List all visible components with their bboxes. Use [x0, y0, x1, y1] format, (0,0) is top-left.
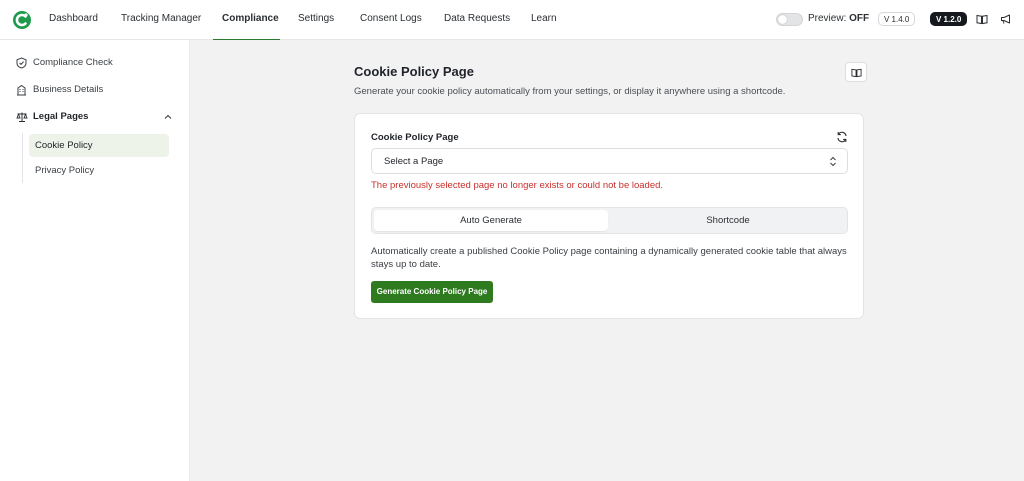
scale-icon [16, 112, 28, 122]
sidebar-subitem-cookie-policy[interactable]: Cookie Policy [29, 134, 169, 157]
version-badge-plugin: V 1.4.0 [878, 12, 916, 26]
documentation-button[interactable] [845, 62, 867, 82]
preview-status: Preview: OFF [808, 0, 869, 38]
book-icon [851, 68, 862, 78]
preview-state: OFF [849, 13, 870, 24]
sidebar-subitem-privacy-policy[interactable]: Privacy Policy [29, 159, 169, 182]
page-select-value: Select a Page [384, 156, 444, 167]
auto-generate-description: Automatically create a published Cookie … [371, 246, 847, 270]
refresh-icon[interactable] [836, 131, 848, 143]
shield-icon [16, 57, 27, 69]
error-message: The previously selected page no longer e… [371, 180, 664, 191]
chevron-up-icon[interactable] [163, 112, 173, 122]
nav-compliance[interactable]: Compliance [213, 0, 280, 40]
page-title: Cookie Policy Page [354, 64, 474, 79]
nav-data-requests[interactable]: Data Requests [444, 0, 510, 40]
tab-shortcode[interactable]: Shortcode [611, 210, 845, 231]
book-icon[interactable] [976, 13, 988, 25]
submenu-divider [22, 133, 23, 183]
sidebar-item-label: Legal Pages [33, 111, 89, 122]
preview-toggle[interactable] [776, 13, 803, 26]
cookie-policy-card: Cookie Policy Page Select a Page The pre… [354, 113, 864, 319]
building-icon [17, 84, 26, 96]
nav-tracking-manager[interactable]: Tracking Manager [121, 0, 201, 40]
toggle-knob [778, 15, 787, 24]
logo-icon[interactable] [12, 10, 32, 30]
nav-dashboard[interactable]: Dashboard [49, 0, 98, 40]
sidebar-item-label: Business Details [33, 84, 104, 95]
generate-cookie-policy-button[interactable]: Generate Cookie Policy Page [371, 281, 493, 303]
megaphone-icon[interactable] [1000, 13, 1012, 25]
sidebar: Compliance Check Business Details Legal … [0, 40, 190, 481]
nav-consent-logs[interactable]: Consent Logs [360, 0, 422, 40]
page-description: Generate your cookie policy automaticall… [354, 86, 786, 97]
mode-tabs: Auto Generate Shortcode [371, 207, 848, 234]
version-badge-pro: V 1.2.0 [930, 12, 968, 26]
sidebar-item-label: Compliance Check [33, 57, 113, 68]
page-select[interactable]: Select a Page [371, 148, 848, 174]
chevron-up-down-icon [830, 156, 836, 167]
field-label: Cookie Policy Page [371, 132, 459, 143]
top-navigation: Dashboard Tracking Manager Compliance Se… [0, 0, 1024, 40]
tab-auto-generate[interactable]: Auto Generate [374, 210, 608, 231]
preview-label: Preview: [808, 13, 847, 24]
nav-settings[interactable]: Settings [298, 0, 334, 40]
nav-learn[interactable]: Learn [531, 0, 557, 40]
